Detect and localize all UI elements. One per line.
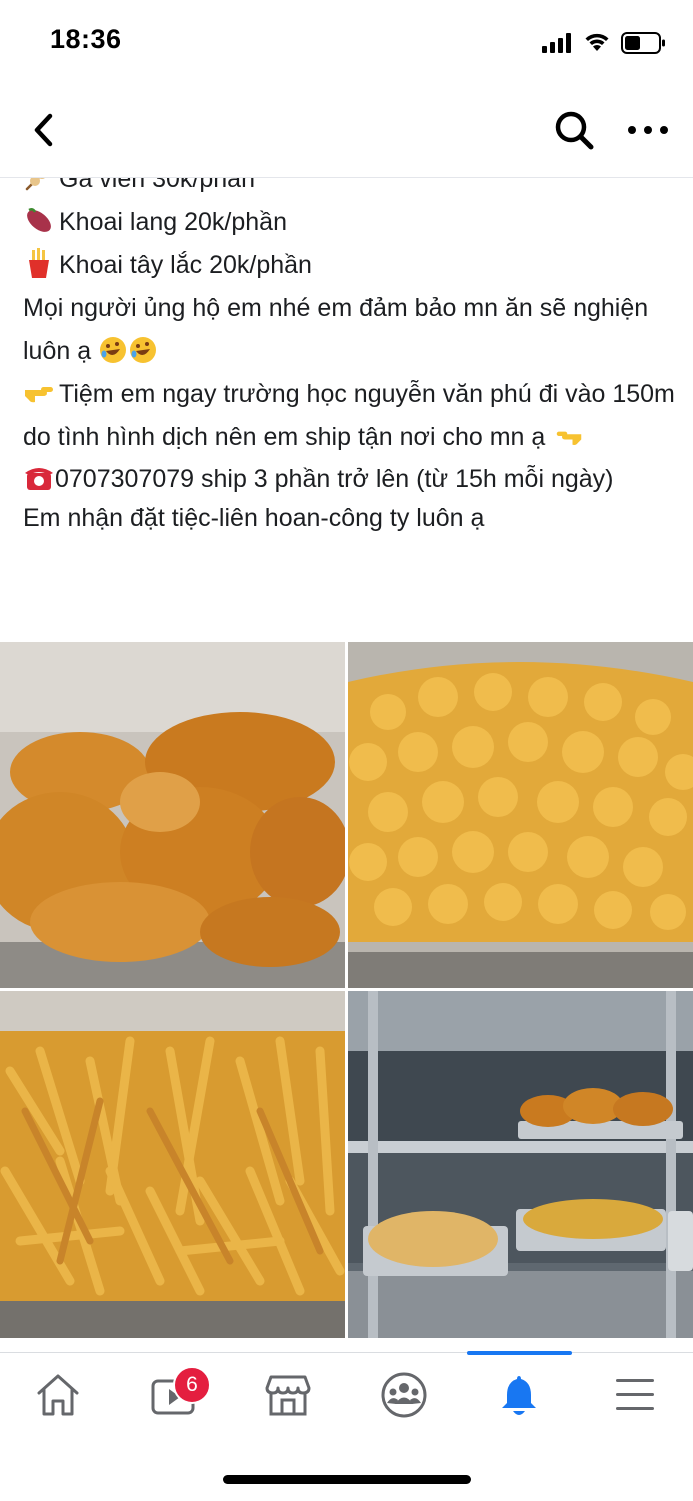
tab-home[interactable] <box>0 1353 115 1439</box>
nav-bar <box>0 88 693 178</box>
tab-menu[interactable] <box>577 1353 692 1439</box>
post-text: Gà viên 30k/phần Khoai lang 20k/phần Kho… <box>23 178 683 537</box>
more-horizontal-icon <box>628 126 668 134</box>
status-time: 18:36 <box>50 24 122 54</box>
bell-icon <box>501 1376 536 1415</box>
marketplace-icon <box>265 1375 310 1416</box>
wifi-icon <box>585 33 609 51</box>
tab-notifications[interactable] <box>461 1353 576 1439</box>
post-line: Tiệm em ngay trường học nguyễn văn phú đ… <box>23 373 683 459</box>
photo-grid <box>0 642 693 1338</box>
tab-watch[interactable] <box>115 1353 230 1439</box>
pointing-left-emoji-icon <box>557 431 582 445</box>
rofl-emoji-icon <box>130 337 157 363</box>
notification-badge: 6 <box>173 1366 211 1404</box>
home-icon <box>37 1374 78 1416</box>
battery-icon <box>621 32 665 54</box>
post-line: Khoai tây lắc 20k/phần <box>23 244 683 287</box>
telephone-emoji-icon <box>25 468 53 490</box>
chicken-nuggets-photo[interactable] <box>348 642 693 988</box>
skewer-emoji-icon <box>25 178 45 191</box>
signal-icon <box>542 33 571 53</box>
tab-groups[interactable] <box>346 1353 461 1439</box>
rofl-emoji-icon <box>100 337 127 363</box>
post-line: Khoai lang 20k/phần <box>23 201 683 244</box>
fried-chicken-photo[interactable] <box>0 642 345 988</box>
sweet-potato-emoji-icon <box>27 208 51 232</box>
back-button[interactable] <box>28 110 64 150</box>
search-button[interactable] <box>552 108 596 152</box>
search-icon <box>555 111 594 150</box>
post-line: Em nhận đặt tiệc-liên hoan-công ty luôn … <box>23 504 485 532</box>
home-indicator[interactable] <box>223 1475 471 1484</box>
pointing-right-emoji-icon <box>25 387 53 403</box>
groups-icon <box>381 1372 426 1418</box>
french-fries-photo[interactable] <box>0 991 345 1338</box>
status-bar: 18:36 <box>0 0 693 88</box>
tab-marketplace[interactable] <box>230 1353 345 1439</box>
french-fries-emoji-icon <box>29 248 49 278</box>
post-line: Gà viên 30k/phần <box>23 178 683 201</box>
post-line: 0707307079 ship 3 phần trở lên (từ 15h m… <box>23 459 683 499</box>
chevron-left-icon <box>34 113 53 147</box>
post-line: Mọi người ủng hộ em nhé em đảm bảo mn ăn… <box>23 294 649 365</box>
display-case-photo[interactable] <box>348 991 693 1338</box>
more-options-button[interactable] <box>624 116 672 144</box>
post-body: Gà viên 30k/phần Khoai lang 20k/phần Kho… <box>0 178 693 642</box>
menu-icon <box>615 1379 654 1410</box>
